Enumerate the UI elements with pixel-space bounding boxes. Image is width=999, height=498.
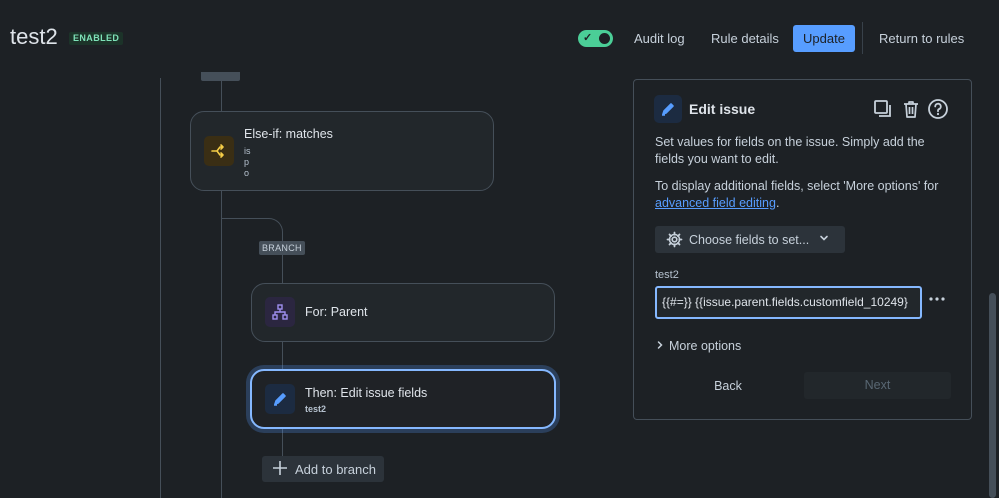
status-badge: ENABLED: [69, 32, 124, 45]
node-title: Then: Edit issue fields: [305, 386, 428, 400]
panel-title: Edit issue: [689, 101, 756, 117]
field-value-input[interactable]: {{#=}} {{issue.parent.fields.customfield…: [655, 286, 922, 319]
more-options-label: More options: [669, 339, 742, 353]
connector-branch-1: [282, 255, 283, 284]
back-button[interactable]: Back: [694, 373, 762, 399]
chevron-down-icon: [818, 232, 830, 247]
panel-description: Set values for fields on the issue. Simp…: [655, 135, 925, 166]
edit-issue-panel: Edit issue Set values for fields on the …: [633, 79, 972, 420]
copy-icon[interactable]: [871, 97, 895, 121]
check-icon: ✓: [583, 32, 593, 44]
rule-details-button[interactable]: Rule details: [711, 26, 779, 51]
connector-branch-3: [282, 429, 283, 457]
branch-condition-icon: [204, 136, 234, 166]
more-info-suffix: .: [775, 196, 780, 210]
pencil-icon: [654, 95, 682, 123]
node-detail: is: [244, 146, 251, 156]
for-parent-node[interactable]: For: Parent: [251, 283, 555, 342]
return-to-rules-button[interactable]: Return to rules: [879, 26, 964, 51]
field-label: test2: [655, 269, 679, 281]
choose-fields-label: Choose fields to set...: [689, 233, 810, 247]
node-title: Else-if: matches: [244, 127, 333, 141]
audit-log-button[interactable]: Audit log: [634, 26, 685, 51]
header-divider: [862, 22, 863, 54]
connector-branch-2: [282, 341, 283, 370]
toggle-knob: [599, 33, 610, 44]
plus-icon: [272, 459, 288, 480]
rule-title: test2: [10, 24, 58, 49]
condition-tag: [201, 72, 240, 81]
help-icon[interactable]: [926, 97, 950, 121]
next-button[interactable]: Next: [804, 372, 951, 399]
advanced-field-editing-link[interactable]: advanced field editing: [655, 196, 776, 210]
node-detail: p: [244, 157, 250, 167]
node-title: For: Parent: [305, 305, 368, 319]
chevron-right-icon: [657, 341, 663, 349]
hierarchy-icon: [265, 297, 295, 327]
gear-icon: [666, 231, 683, 251]
more-options-toggle[interactable]: More options: [655, 339, 741, 353]
node-detail: o: [244, 168, 250, 178]
scrollbar-thumb[interactable]: [989, 293, 996, 498]
connector-top: [221, 78, 222, 112]
header: test2 ENABLED ✓ Audit log Rule details U…: [0, 0, 999, 78]
add-to-branch-label: Add to branch: [295, 462, 376, 477]
enable-toggle[interactable]: ✓: [578, 30, 613, 47]
node-detail: test2: [305, 404, 327, 414]
update-button[interactable]: Update: [793, 25, 855, 52]
edit-issue-node[interactable]: Then: Edit issue fields test2: [250, 369, 556, 429]
add-to-branch-button[interactable]: Add to branch: [262, 456, 384, 482]
pencil-icon: [265, 384, 295, 414]
else-if-node[interactable]: Else-if: matches is p o: [190, 111, 494, 191]
more-actions-icon[interactable]: [928, 286, 948, 312]
choose-fields-button[interactable]: Choose fields to set...: [655, 226, 845, 253]
trash-icon[interactable]: [899, 97, 923, 121]
more-info-text: To display additional fields, select 'Mo…: [655, 179, 939, 193]
panel-more-info: To display additional fields, select 'Mo…: [655, 178, 955, 212]
outer-connector: [160, 78, 161, 498]
branch-tag: BRANCH: [259, 241, 305, 255]
